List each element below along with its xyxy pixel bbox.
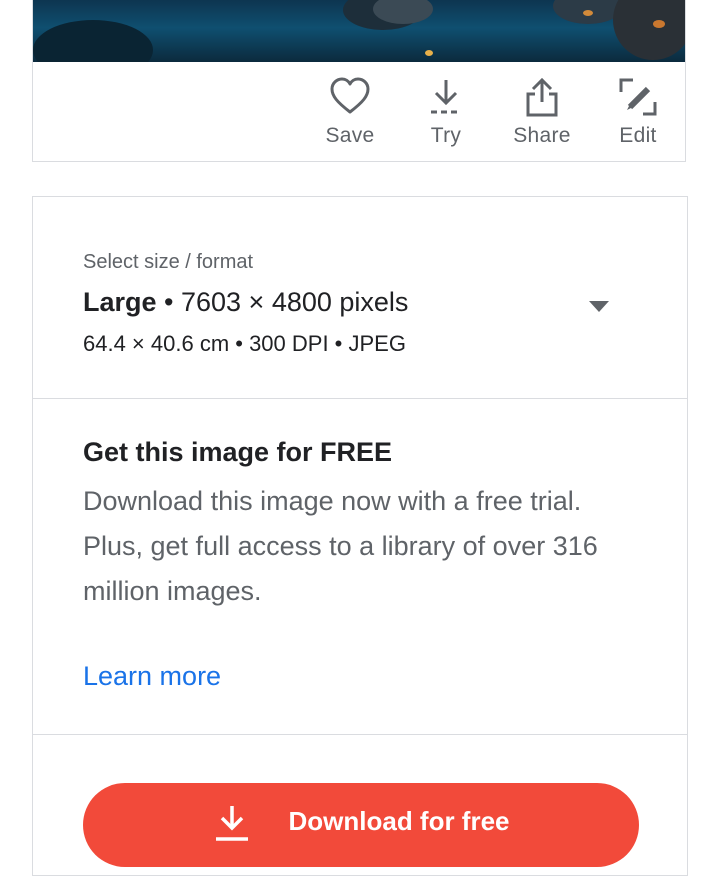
- purchase-card: Select size / format Large • 7603 × 4800…: [32, 196, 688, 876]
- free-offer-line-2: Plus, get full access to a library of ov…: [83, 531, 598, 606]
- edit-icon: [619, 78, 657, 116]
- learn-more-link[interactable]: Learn more: [83, 661, 221, 692]
- share-button[interactable]: Share: [497, 62, 587, 162]
- size-format-caption: Select size / format: [83, 251, 254, 273]
- free-offer-description: Download this image now with a free tria…: [83, 479, 623, 614]
- size-details: 64.4 × 40.6 cm • 300 DPI • JPEG: [83, 331, 406, 356]
- download-for-free-button[interactable]: Download for free: [83, 783, 639, 867]
- save-button[interactable]: Save: [305, 62, 395, 162]
- size-format-selector[interactable]: Select size / format Large • 7603 × 4800…: [33, 197, 687, 399]
- size-name: Large: [83, 287, 157, 317]
- share-label: Share: [513, 124, 571, 147]
- try-label: Try: [430, 124, 462, 147]
- image-actions-bar: Save Try Share Edit: [33, 62, 685, 162]
- download-icon: [431, 80, 461, 114]
- free-offer-title: Get this image for FREE: [83, 437, 393, 467]
- heart-icon: [330, 77, 370, 114]
- dropdown-arrow-icon[interactable]: [589, 301, 609, 312]
- free-offer-line-1: Download this image now with a free tria…: [83, 486, 582, 516]
- try-button[interactable]: Try: [401, 62, 491, 162]
- free-offer-section: Get this image for FREE Download this im…: [33, 399, 687, 735]
- image-card: Save Try Share Edit: [32, 0, 686, 162]
- edit-label: Edit: [619, 124, 657, 147]
- image-preview[interactable]: [33, 0, 685, 62]
- save-label: Save: [325, 124, 375, 147]
- download-icon: [216, 806, 249, 841]
- edit-button[interactable]: Edit: [593, 62, 683, 162]
- size-pixels: • 7603 × 4800 pixels: [156, 287, 409, 317]
- share-icon: [526, 77, 558, 117]
- selected-size: Large • 7603 × 4800 pixels: [83, 287, 408, 318]
- download-button-label: Download for free: [288, 805, 510, 836]
